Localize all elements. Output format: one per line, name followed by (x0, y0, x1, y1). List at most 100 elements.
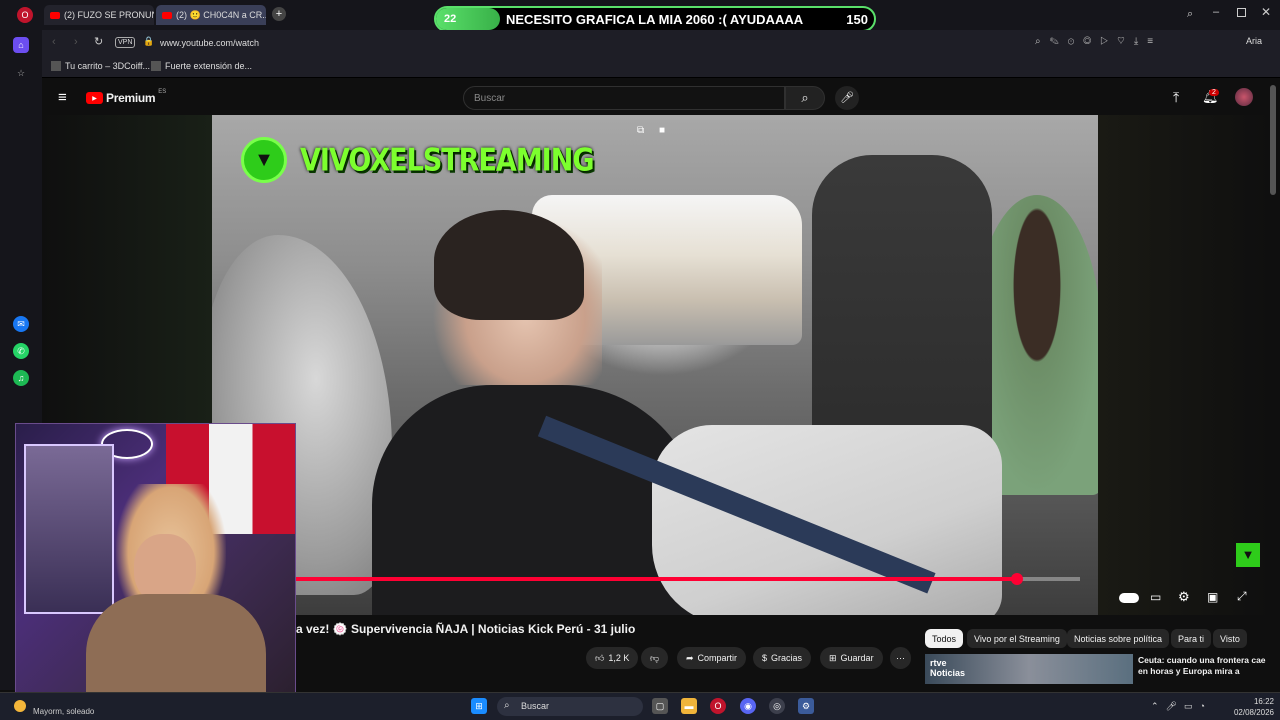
notification-count: 2 (1209, 89, 1219, 96)
minimize-button[interactable]: – (1213, 6, 1219, 18)
new-tab-button[interactable]: + (272, 7, 286, 21)
clock-time[interactable]: 16:22 (1244, 697, 1274, 706)
url-field[interactable]: www.youtube.com/watch (160, 38, 259, 48)
recommendation-thumbnail[interactable]: rtve Noticias (925, 654, 1133, 684)
tab-label: (2) 🙂 CH0C4N a CR... (176, 9, 266, 20)
avatar[interactable] (1235, 88, 1253, 106)
chip-politica[interactable]: Noticias sobre política (1067, 629, 1170, 648)
recommendation-title[interactable]: Ceuta: cuando una frontera cae en horas … (1138, 655, 1270, 677)
fullscreen-icon[interactable]: ⤢ (1237, 589, 1247, 604)
chip-todos[interactable]: Todos (925, 629, 964, 648)
search-tabs-icon[interactable]: ⌕ (1187, 8, 1193, 21)
tab-label: (2) FUZO SE PRONUNCIA (64, 10, 154, 20)
back-icon[interactable]: ‹ (52, 36, 56, 48)
weather-icon[interactable] (14, 700, 26, 712)
tray-icons[interactable]: ⌃🎤︎▭◔ (1151, 701, 1212, 712)
video-player[interactable]: ⧉ ■ (212, 115, 1098, 615)
share-button[interactable]: ➦ Compartir (677, 647, 747, 669)
bookmark-favicon (51, 61, 61, 71)
donation-badge-count: 22 (444, 13, 457, 25)
upload-icon[interactable]: ⤒ (1173, 89, 1179, 106)
right-ambient (1098, 115, 1270, 615)
youtube-region: ES (158, 89, 167, 95)
bookmark-favicon (151, 61, 161, 71)
donation-message: NECESITO GRAFICA LA MIA 2060 :( AYUDAAAA (506, 11, 804, 27)
youtube-icon (50, 11, 60, 19)
channel-badge-icon[interactable]: ▼ (1236, 543, 1260, 567)
chip-vivo[interactable]: Vivo por el Streaming (967, 629, 1067, 648)
thanks-icon: $ (762, 653, 768, 663)
home-icon[interactable]: ⌂ (13, 37, 29, 53)
toolbar-icons: ⌕✎⊙◎▷♡⤓≡ (1035, 36, 1163, 47)
autoplay-toggle[interactable] (1119, 593, 1139, 603)
weather-label[interactable]: Mayorm, soleado (33, 707, 94, 716)
chrome-icon[interactable]: ◎ (769, 698, 785, 714)
file-explorer-icon[interactable]: ▬ (681, 698, 697, 714)
settings-icon[interactable]: ⚙ (1178, 589, 1190, 605)
share-label: Compartir (697, 653, 738, 663)
like-button[interactable]: 👍︎ 1,2 K (586, 647, 639, 669)
star-icon[interactable]: ☆ (13, 65, 29, 81)
camera-icon[interactable]: ■ (659, 125, 665, 136)
save-label: Guardar (840, 653, 874, 663)
save-icon: ⊞ (829, 652, 837, 663)
streamer-webcam (15, 423, 296, 707)
thanks-button[interactable]: $ Gracias (753, 647, 812, 669)
clock-date[interactable]: 02/08/2026 (1226, 708, 1274, 717)
recommendation-thumb-text: rtve Noticias (930, 658, 966, 678)
subtitles-icon[interactable]: ▭ (1150, 590, 1161, 604)
maximize-button[interactable] (1237, 8, 1246, 17)
menu-icon[interactable]: ≡ (58, 89, 67, 106)
save-button[interactable]: ⊞ Guardar (820, 647, 883, 669)
bookmarks-bar: Tu carrito – 3DCoiff... Fuerte extensión… (42, 56, 1280, 78)
search-box[interactable]: Buscar (463, 86, 785, 110)
tab-2-active[interactable]: (2) 🙂 CH0C4N a CR... (156, 5, 266, 25)
channel-logo-icon: ▼ (241, 137, 287, 183)
aria-button[interactable]: Aria (1246, 36, 1262, 46)
left-ambient (42, 115, 212, 425)
settings-taskbar-icon[interactable]: ⚙ (798, 698, 814, 714)
tab-1[interactable]: (2) FUZO SE PRONUNCIA (44, 5, 154, 25)
share-icon: ➦ (686, 652, 694, 663)
youtube-icon (162, 11, 172, 19)
mic-icon[interactable]: 🎤︎ (835, 86, 859, 110)
dislike-button[interactable]: 👎︎ (641, 647, 669, 669)
more-actions-button[interactable]: ⋯ (890, 647, 911, 669)
search-button[interactable]: ⌕ (785, 86, 825, 110)
whatsapp-icon[interactable]: ✆ (13, 343, 29, 359)
dislike-icon: 👎︎ (650, 652, 660, 663)
youtube-header: ≡ ▶ Premium ES Buscar ⌕ 🎤︎ ⤒ 🔔︎ 2 (42, 80, 1270, 116)
windows-start-icon[interactable]: ⊞ (471, 698, 487, 714)
forward-icon[interactable]: › (74, 36, 78, 48)
discord-icon[interactable]: ◉ (740, 698, 756, 714)
vpn-badge[interactable]: VPN (115, 37, 136, 48)
lock-icon: 🔒 (143, 36, 155, 46)
theater-mode-icon[interactable]: ▣ (1207, 590, 1218, 604)
reload-icon[interactable]: ↻ (94, 35, 103, 48)
webcam-shelf (24, 444, 114, 614)
bookmark-label: Tu carrito – 3DCoiff... (65, 61, 151, 71)
youtube-logo[interactable]: ▶ Premium ES (86, 89, 167, 105)
webcam-streamer-body (86, 594, 266, 706)
opera-logo-icon[interactable]: O (17, 7, 33, 23)
chip-visto[interactable]: Visto (1213, 629, 1247, 648)
messenger-icon[interactable]: ✉ (13, 316, 29, 332)
spotify-icon[interactable]: ♫ (13, 370, 29, 386)
bookmark-1[interactable]: Tu carrito – 3DCoiff... (51, 61, 150, 71)
chip-para-ti[interactable]: Para ti (1171, 629, 1212, 648)
donation-amount: 150 (846, 11, 868, 27)
taskbar-search[interactable]: ⌕ Buscar (497, 697, 643, 716)
taskbar-search-placeholder: Buscar (521, 701, 550, 711)
bookmark-2[interactable]: Fuerte extensión de... (151, 61, 252, 71)
opera-taskbar-icon[interactable]: O (710, 698, 726, 714)
youtube-premium-label: Premium (106, 91, 156, 105)
task-view-icon[interactable]: ▢ (652, 698, 668, 714)
progress-fill (296, 577, 1018, 581)
donation-badge: 22 (436, 8, 500, 30)
like-icon: 👍︎ (595, 652, 605, 663)
close-window-button[interactable]: ✕ (1261, 5, 1271, 19)
scrollbar[interactable] (1270, 85, 1276, 195)
youtube-play-icon: ▶ (86, 92, 103, 104)
search-placeholder: Buscar (474, 93, 506, 104)
pip-icon[interactable]: ⧉ (637, 125, 644, 136)
